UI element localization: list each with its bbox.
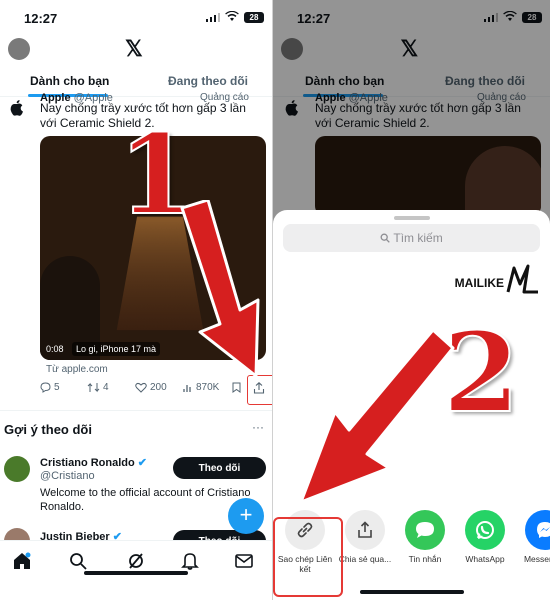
- status-time: 12:27: [24, 11, 58, 26]
- reply-icon: [40, 382, 51, 393]
- user-handle: @Cristiano: [40, 470, 95, 482]
- tweet-actions: 5 4 200 870K: [40, 382, 266, 398]
- messages-icon: [405, 510, 445, 550]
- video-time: 0:08: [46, 344, 64, 354]
- share-target-messenger[interactable]: Messenger: [515, 510, 550, 564]
- mailike-brand: MAILIKE: [454, 276, 504, 290]
- suggestions-title: Gợi ý theo dõi: [4, 422, 92, 437]
- divider: [0, 410, 272, 411]
- x-logo-icon: 𝕏: [125, 36, 143, 61]
- retweet-count: 4: [103, 382, 109, 393]
- wifi-icon: [225, 11, 239, 21]
- share-target-whatsapp[interactable]: WhatsApp: [455, 510, 515, 564]
- bookmark-button[interactable]: [232, 382, 241, 393]
- retweet-icon: [87, 382, 100, 393]
- share-search-input[interactable]: Tìm kiếm: [283, 224, 540, 252]
- share-target-label: WhatsApp: [465, 554, 505, 564]
- tab-following[interactable]: Đang theo dõi: [168, 74, 248, 88]
- right-screen: 12:27 28 𝕏 Dành cho bạn Đang theo dõi Ap…: [273, 0, 550, 600]
- verified-icon: ✔: [137, 457, 148, 469]
- compose-button[interactable]: +: [228, 498, 264, 534]
- red-arrow-icon: [299, 330, 455, 504]
- retweet-button[interactable]: 4: [87, 382, 109, 393]
- messenger-icon: [525, 510, 550, 550]
- notifications-icon[interactable]: [180, 551, 200, 571]
- more-icon[interactable]: ···: [252, 420, 264, 434]
- reply-count: 5: [54, 382, 60, 393]
- reply-button[interactable]: 5: [40, 382, 60, 393]
- share-target-messages[interactable]: Tin nhắn: [395, 510, 455, 564]
- messages-icon[interactable]: [234, 551, 254, 571]
- profile-avatar[interactable]: [8, 38, 30, 60]
- mailike-logo-icon: [506, 264, 538, 294]
- views-icon: [183, 384, 191, 392]
- home-indicator: [359, 590, 464, 594]
- share-target-share-via[interactable]: Chia sẻ qua...: [335, 510, 395, 564]
- share-target-label: Messenger: [523, 554, 550, 564]
- home-indicator: [84, 571, 188, 575]
- user-name[interactable]: Cristiano Ronaldo ✔: [40, 456, 147, 469]
- share-target-label: Tin nhắn: [408, 554, 442, 564]
- left-screen: 12:27 28 𝕏 Dành cho bạn Đang theo dõi Ap…: [0, 0, 272, 600]
- share-target-label: Chia sẻ qua...: [338, 554, 392, 564]
- battery-icon: 28: [244, 12, 264, 23]
- whatsapp-icon: [465, 510, 505, 550]
- avatar[interactable]: [4, 456, 30, 482]
- bookmark-icon: [232, 382, 241, 393]
- follow-button[interactable]: Theo dõi: [173, 457, 266, 479]
- search-icon: [380, 233, 391, 243]
- share-icon: [345, 510, 385, 550]
- copy-link-highlight: [273, 517, 343, 597]
- tab-for-you[interactable]: Dành cho bạn: [30, 74, 109, 88]
- grok-icon[interactable]: [126, 551, 146, 571]
- views-count: 870K: [196, 382, 220, 393]
- signal-icon: [206, 13, 220, 22]
- like-count: 200: [150, 382, 167, 393]
- from-site-link[interactable]: Từ apple.com: [46, 364, 108, 375]
- apple-logo-icon: [10, 100, 23, 116]
- views-button[interactable]: 870K: [183, 382, 219, 393]
- home-icon[interactable]: [12, 551, 32, 571]
- heart-icon: [135, 382, 147, 393]
- video-caption: Lo gi, iPhone 17 mà: [72, 342, 161, 356]
- sheet-grabber[interactable]: [393, 216, 430, 220]
- status-bar: 12:27 28: [0, 0, 272, 34]
- like-button[interactable]: 200: [135, 382, 167, 393]
- bottom-nav: [0, 540, 272, 581]
- search-icon[interactable]: [68, 551, 88, 571]
- red-arrow-icon: [180, 200, 260, 378]
